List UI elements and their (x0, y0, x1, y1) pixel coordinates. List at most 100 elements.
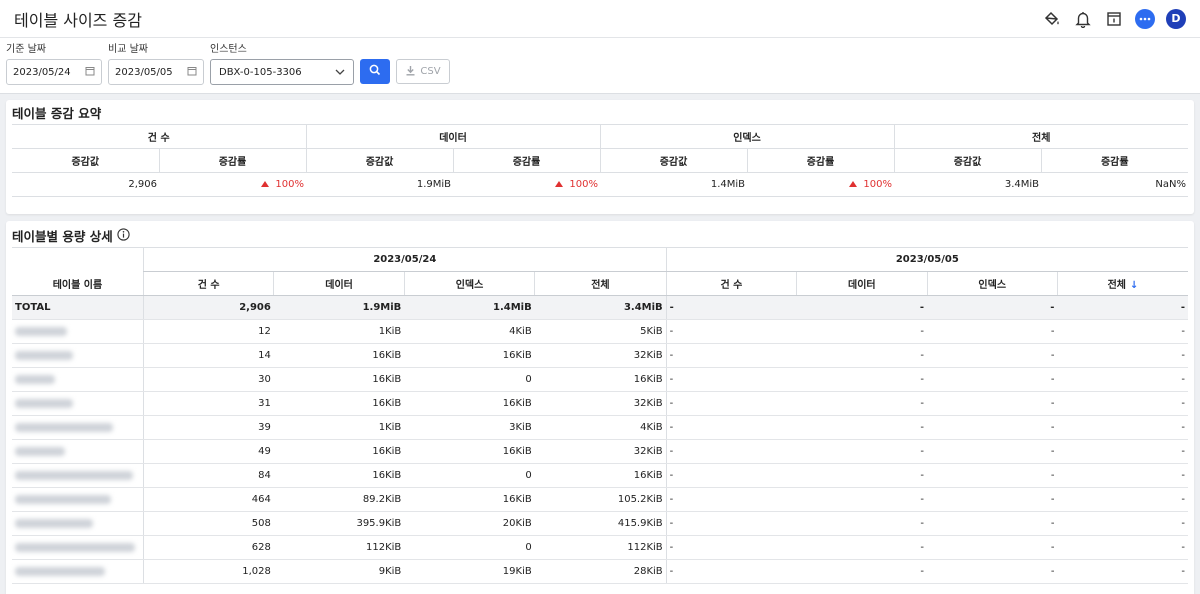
top-bar: 테이블 사이즈 증감 D (0, 0, 1200, 38)
bell-icon[interactable] (1073, 9, 1093, 29)
table-cell: - (796, 439, 928, 464)
compare-date-label: 비교 날짜 (108, 44, 148, 55)
summary-count-rate: 100% (275, 179, 304, 190)
redacted-table-name (15, 470, 133, 480)
table-cell: - (1057, 463, 1188, 488)
detail-name-header[interactable]: 테이블 이름 (12, 271, 144, 296)
table-cell: 28KiB (534, 559, 667, 584)
redacted-table-name (15, 326, 67, 336)
table-cell: 16KiB (273, 367, 405, 392)
total-cell: 2,906 (142, 295, 274, 320)
table-cell: 415.9KiB (534, 511, 667, 536)
table-cell: 32KiB (534, 391, 667, 416)
detail-col-header[interactable]: 전체 (534, 271, 667, 296)
detail-title: 테이블별 용량 상세 (12, 229, 113, 244)
detail-col-header-label: 전체 (1107, 280, 1126, 291)
table-row: 31 16KiB 16KiB 32KiB - - - - (12, 391, 1188, 416)
table-cell: - (796, 535, 928, 560)
table-cell: - (796, 463, 928, 488)
calendar-icon (85, 66, 95, 79)
detail-card: 테이블별 용량 상세 2023/05/24 2023/05/05 테이블 이름 … (6, 221, 1194, 594)
table-cell: - (665, 415, 797, 440)
total-cell: 1.9MiB (273, 295, 405, 320)
info-icon[interactable] (117, 228, 130, 246)
table-name-cell (12, 487, 144, 512)
redacted-table-name (15, 350, 73, 360)
detail-col-header[interactable]: 인덱스 (926, 271, 1058, 296)
table-cell: - (927, 559, 1058, 584)
table-cell: - (927, 415, 1058, 440)
page-title: 테이블 사이즈 증감 (14, 10, 142, 30)
detail-col-header[interactable]: 데이터 (273, 271, 405, 296)
detail-col-header[interactable]: 건 수 (665, 271, 797, 296)
avatar[interactable]: D (1166, 8, 1186, 29)
redacted-table-name (15, 374, 55, 384)
table-cell: 16KiB (404, 439, 535, 464)
summary-group-index: 인덱스 (599, 124, 894, 149)
summary-count-rate-cell: 100% (159, 172, 306, 197)
table-cell: - (665, 463, 797, 488)
chat-icon[interactable] (1135, 8, 1155, 29)
header-icons: D (1042, 8, 1186, 29)
table-cell: 16KiB (404, 343, 535, 368)
table-cell: - (665, 391, 797, 416)
summary-values-row: 2,906 100% 1.9MiB 100% 1.4MiB 100% 3.4Mi… (12, 172, 1188, 197)
summary-subheader: 증감률 (746, 148, 894, 173)
paint-bucket-icon[interactable] (1042, 9, 1062, 29)
summary-subheader: 증감값 (305, 148, 453, 173)
table-name-cell (12, 511, 144, 536)
table-row: 12 1KiB 4KiB 5KiB - - - - (12, 319, 1188, 344)
table-cell: 1,028 (142, 559, 274, 584)
table-cell: - (665, 511, 797, 536)
detail-col-header[interactable]: 건 수 (142, 271, 274, 296)
total-cell: - (665, 295, 797, 320)
table-cell: 508 (142, 511, 274, 536)
calendar-info-icon[interactable] (1104, 9, 1124, 29)
table-cell: 0 (404, 367, 535, 392)
detail-title-row: 테이블별 용량 상세 (12, 227, 1188, 247)
table-cell: 112KiB (534, 535, 667, 560)
summary-subheader: 증감률 (1040, 148, 1188, 173)
table-cell: 14 (142, 343, 274, 368)
table-cell: - (796, 343, 928, 368)
table-cell: - (1057, 367, 1188, 392)
table-cell: 4KiB (404, 319, 535, 344)
table-row: 628 112KiB 0 112KiB - - - - (12, 535, 1188, 560)
detail-col-header[interactable]: 인덱스 (403, 271, 535, 296)
table-cell: 0 (404, 463, 535, 488)
detail-col-header-sorted[interactable]: 전체 ↓ (1056, 271, 1188, 296)
redacted-table-name (15, 422, 113, 432)
detail-table: 2023/05/24 2023/05/05 테이블 이름 건 수 데이터 인덱스… (12, 247, 1188, 584)
base-date-label: 기준 날짜 (6, 44, 46, 55)
redacted-table-name (15, 446, 65, 456)
instance-select[interactable]: DBX-0-105-3306 (210, 59, 354, 85)
table-cell: - (796, 559, 928, 584)
table-cell: 4KiB (534, 415, 667, 440)
download-icon (405, 65, 416, 79)
redacted-table-name (15, 518, 93, 528)
table-row-total: TOTAL 2,906 1.9MiB 1.4MiB 3.4MiB - - - - (12, 295, 1188, 320)
table-name-cell (12, 343, 144, 368)
detail-col-header[interactable]: 데이터 (796, 271, 928, 296)
table-cell: - (665, 535, 797, 560)
up-triangle-icon (849, 181, 858, 187)
summary-total-delta: 3.4MiB (894, 172, 1041, 197)
table-cell: - (1057, 319, 1188, 344)
search-button[interactable] (360, 59, 390, 84)
table-cell: 16KiB (273, 391, 405, 416)
summary-title: 테이블 증감 요약 (12, 106, 102, 121)
redacted-table-name (15, 542, 135, 552)
table-cell: 1KiB (273, 415, 405, 440)
table-cell: 49 (142, 439, 274, 464)
table-cell: - (1057, 487, 1188, 512)
compare-date-input[interactable]: 2023/05/05 (108, 59, 204, 85)
table-cell: 105.2KiB (534, 487, 667, 512)
table-cell: - (1057, 535, 1188, 560)
chevron-down-icon (335, 67, 345, 78)
table-cell: - (796, 391, 928, 416)
base-date-input[interactable]: 2023/05/24 (6, 59, 102, 85)
table-cell: 89.2KiB (273, 487, 405, 512)
csv-download-button[interactable]: CSV (396, 59, 450, 84)
table-cell: - (796, 415, 928, 440)
total-cell: 1.4MiB (404, 295, 535, 320)
